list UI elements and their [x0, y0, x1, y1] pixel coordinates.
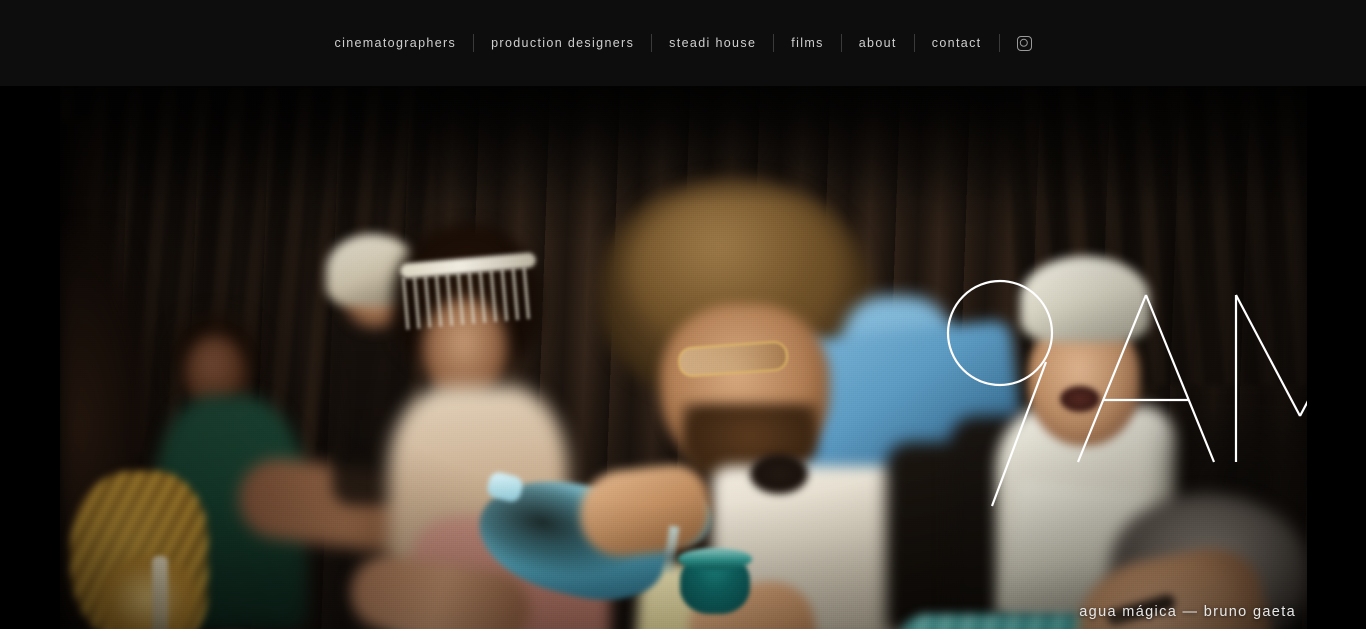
page-gutter-right: [1307, 86, 1366, 629]
instagram-link[interactable]: [1000, 35, 1049, 51]
hero-film-still: [60, 86, 1307, 629]
photo-man-bowtie: [750, 454, 808, 494]
photo-candle: [152, 556, 168, 629]
nav-item-steadi-house[interactable]: steadi house: [652, 37, 773, 50]
nav-item-production-designers[interactable]: production designers: [474, 37, 651, 50]
hero-caption: agua mágica — bruno gaeta: [1079, 603, 1296, 620]
nav-item-contact[interactable]: contact: [915, 37, 999, 50]
site-header: cinematographers production designers st…: [0, 0, 1366, 86]
nav-item-about[interactable]: about: [842, 37, 914, 50]
photo-nun-coif: [1020, 256, 1150, 342]
main-nav: cinematographers production designers st…: [317, 0, 1048, 86]
hero-banner[interactable]: agua mágica — bruno gaeta: [60, 86, 1307, 629]
photo-nun-mouth: [1060, 386, 1100, 412]
nav-item-films[interactable]: films: [774, 37, 840, 50]
nav-item-cinematographers[interactable]: cinematographers: [317, 37, 473, 50]
photo-teal-cup-rim: [678, 548, 752, 570]
page-gutter-left: [0, 86, 60, 629]
instagram-icon: [1016, 35, 1032, 51]
